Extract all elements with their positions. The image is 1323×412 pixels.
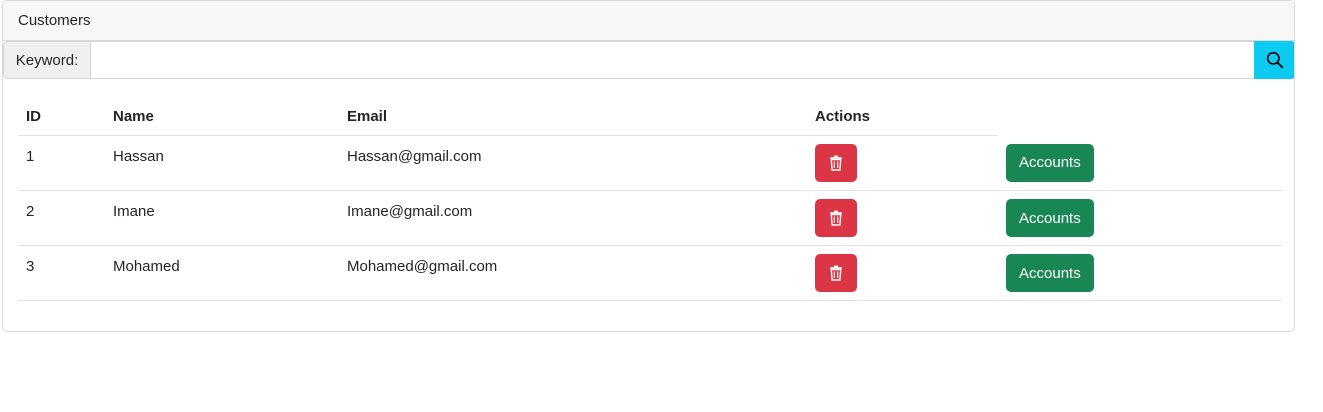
search-button[interactable] — [1254, 41, 1294, 79]
accounts-button[interactable]: Accounts — [1006, 199, 1094, 237]
cell-id: 1 — [18, 135, 105, 191]
trash-icon — [830, 155, 842, 171]
cell-email: Mohamed@gmail.com — [339, 245, 807, 301]
header-name: Name — [105, 97, 339, 136]
cell-id: 2 — [18, 190, 105, 246]
keyword-input[interactable] — [91, 41, 1254, 79]
trash-icon — [830, 265, 842, 281]
header-email: Email — [339, 97, 807, 136]
delete-button[interactable] — [815, 199, 857, 237]
search-icon — [1266, 51, 1284, 69]
keyword-label: Keyword: — [3, 41, 91, 79]
cell-email: Imane@gmail.com — [339, 190, 807, 246]
cell-accounts: Accounts — [998, 245, 1282, 301]
header-blank — [998, 97, 1282, 136]
delete-button[interactable] — [815, 144, 857, 182]
header-actions: Actions — [807, 97, 998, 136]
cell-name: Imane — [105, 190, 339, 246]
cell-delete — [807, 190, 998, 246]
customers-card: Customers Keyword: ID Name Email Actions… — [2, 0, 1295, 332]
search-bar: Keyword: — [3, 41, 1294, 79]
accounts-button[interactable]: Accounts — [1006, 254, 1094, 292]
table-header-row: ID Name Email Actions — [18, 97, 1282, 136]
table-row: 1 Hassan Hassan@gmail.com Accounts — [18, 135, 1282, 191]
table-row: 3 Mohamed Mohamed@gmail.com Accounts — [18, 245, 1282, 301]
card-title: Customers — [3, 1, 1294, 41]
cell-name: Hassan — [105, 135, 339, 191]
cell-id: 3 — [18, 245, 105, 301]
trash-icon — [830, 210, 842, 226]
cell-name: Mohamed — [105, 245, 339, 301]
cell-accounts: Accounts — [998, 190, 1282, 246]
cell-email: Hassan@gmail.com — [339, 135, 807, 191]
cell-accounts: Accounts — [998, 135, 1282, 191]
accounts-button[interactable]: Accounts — [1006, 143, 1094, 182]
customers-table: ID Name Email Actions 1 Hassan Hassan@gm… — [18, 97, 1282, 301]
cell-delete — [807, 135, 998, 191]
table-row: 2 Imane Imane@gmail.com Accounts — [18, 190, 1282, 246]
cell-delete — [807, 245, 998, 301]
header-id: ID — [18, 97, 105, 136]
delete-button[interactable] — [815, 254, 857, 292]
